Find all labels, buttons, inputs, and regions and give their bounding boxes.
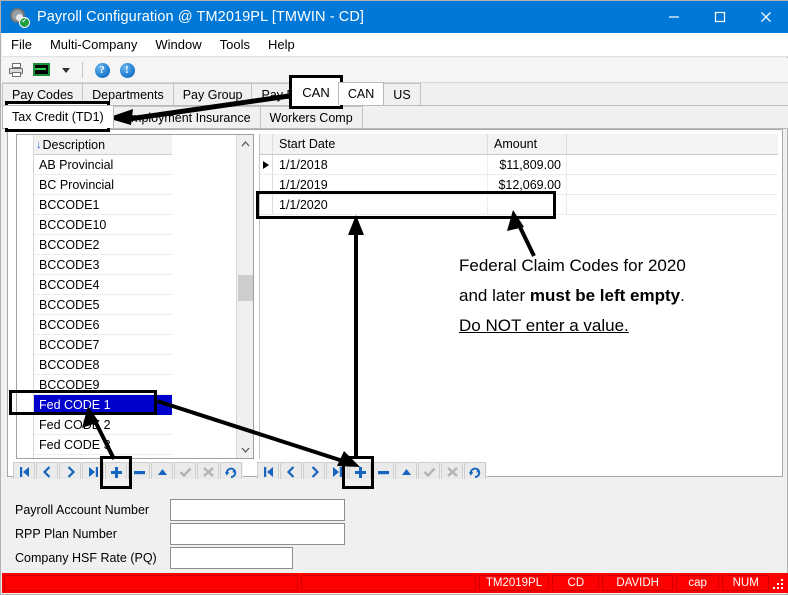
annotation-note-line-1: Federal Claim Codes for 2020 <box>459 256 686 275</box>
menu-item-file[interactable]: File <box>2 34 41 55</box>
list-item[interactable]: BCCODE7 <box>34 335 172 355</box>
field-row-payroll-account-number: Payroll Account Number <box>15 499 345 521</box>
print-preview-icon[interactable] <box>30 60 52 81</box>
primary-tab-strip: Pay Codes Departments Pay Group Pay Peri… <box>2 82 788 106</box>
sort-ascending-icon: ↓ <box>36 138 42 151</box>
scroll-down-icon[interactable] <box>237 441 253 458</box>
status-message-panel <box>4 575 299 591</box>
minimize-icon[interactable] <box>651 1 697 33</box>
status-panel-module: CD <box>552 575 600 591</box>
label-payroll-account-number: Payroll Account Number <box>15 503 150 517</box>
status-bar: TM2019PL CD DAVIDH cap NUM <box>2 573 788 593</box>
field-row-company-hsf-rate: Company HSF Rate (PQ) <box>15 547 293 569</box>
list-item[interactable]: BCCODE6 <box>34 315 172 335</box>
grid-indicator-column <box>260 134 273 154</box>
rpp-plan-number-input[interactable] <box>170 523 345 545</box>
list-item[interactable]: BCCODE2 <box>34 235 172 255</box>
list-item[interactable]: BCCODE4 <box>34 275 172 295</box>
help-icon[interactable]: ? <box>91 60 113 81</box>
list-column-header-description[interactable]: ↓ Description <box>34 135 172 155</box>
current-row-marker <box>260 155 273 174</box>
scroll-up-icon[interactable] <box>237 135 253 152</box>
cell-amount[interactable]: $11,809.00 <box>488 155 567 174</box>
note-line2-emphasis: must be left empty <box>529 286 681 305</box>
grid-column-header-amount[interactable]: Amount <box>488 134 567 154</box>
label-company-hsf-rate: Company HSF Rate (PQ) <box>15 551 157 565</box>
list-item[interactable]: Fed CODE 3 <box>34 435 172 455</box>
menu-bar: File Multi-Company Window Tools Help <box>2 33 788 57</box>
highlight-box-grid-insert <box>342 456 374 489</box>
tab-tax-credit-td1[interactable]: Tax Credit (TD1) <box>2 105 114 128</box>
print-icon[interactable] <box>5 60 27 81</box>
list-item[interactable]: BCCODE1 <box>34 195 172 215</box>
info-icon[interactable]: ! <box>116 60 138 81</box>
status-panel-company: TM2019PL <box>478 575 550 591</box>
note-line2-suffix: . <box>680 286 685 305</box>
annotation-note-line-3: Do NOT enter a value. <box>459 311 629 341</box>
tab-workers-comp[interactable]: Workers Comp <box>259 106 363 128</box>
tool-bar: ? ! <box>2 58 788 83</box>
close-icon[interactable] <box>743 1 788 33</box>
tab-us[interactable]: US <box>383 83 421 105</box>
cell-start-date[interactable]: 1/1/2018 <box>273 155 488 174</box>
application-window: Payroll Configuration @ TM2019PL [TMWIN … <box>0 0 788 595</box>
tab-can[interactable]: CAN <box>337 82 385 105</box>
menu-item-multi-company[interactable]: Multi-Company <box>41 34 146 55</box>
grid-column-header-start-date[interactable]: Start Date <box>273 134 488 154</box>
callout-can: CAN <box>289 75 343 109</box>
grid-header-row: Start Date Amount <box>260 134 778 155</box>
secondary-tab-strip: Tax Credit (TD1) Employment Insurance Wo… <box>2 105 788 129</box>
list-item[interactable]: AB Provincial <box>34 155 172 175</box>
note-line3-underlined: Do NOT enter a value. <box>459 316 629 335</box>
list-item[interactable]: BCCODE5 <box>34 295 172 315</box>
resize-grip-icon[interactable] <box>772 576 786 590</box>
list-header-label: Description <box>42 137 106 152</box>
list-item[interactable]: BC Provincial <box>34 175 172 195</box>
company-settings-form: Payroll Account Number RPP Plan Number C… <box>7 479 783 572</box>
tab-pay-group[interactable]: Pay Group <box>172 83 253 105</box>
list-item[interactable]: BCCODE3 <box>34 255 172 275</box>
highlight-box-list-insert <box>100 456 132 489</box>
list-item[interactable]: BCCODE10 <box>34 215 172 235</box>
menu-item-window[interactable]: Window <box>146 34 210 55</box>
highlight-box-2020-row <box>256 191 556 219</box>
window-title: Payroll Configuration @ TM2019PL [TMWIN … <box>37 9 365 25</box>
list-item[interactable]: BCCODE8 <box>34 355 172 375</box>
menu-item-tools[interactable]: Tools <box>211 34 259 55</box>
window-controls <box>651 1 788 33</box>
table-row[interactable]: 1/1/2018 $11,809.00 <box>260 155 778 175</box>
list-item[interactable]: Fed CODE 2 <box>34 415 172 435</box>
annotation-note-line-2: and later must be left empty. <box>459 281 685 311</box>
list-vertical-scrollbar[interactable] <box>236 135 253 458</box>
payroll-account-number-input[interactable] <box>170 499 345 521</box>
status-panel-user: DAVIDH <box>602 575 674 591</box>
menu-item-help[interactable]: Help <box>259 34 304 55</box>
tab-employment-insurance[interactable]: Employment Insurance <box>112 106 261 128</box>
scrollbar-thumb[interactable] <box>238 275 253 301</box>
status-panel-num: NUM <box>722 575 770 591</box>
app-gear-check-icon <box>9 7 30 28</box>
help-glyph: ? <box>94 62 110 78</box>
label-rpp-plan-number: RPP Plan Number <box>15 527 117 541</box>
field-row-rpp-plan-number: RPP Plan Number <box>15 523 345 545</box>
chevron-down-icon[interactable] <box>55 60 77 81</box>
status-panel-caps: cap <box>676 575 720 591</box>
maximize-icon[interactable] <box>697 1 743 33</box>
highlight-box-selected-code <box>9 390 157 415</box>
note-line2-prefix: and later <box>459 286 530 305</box>
company-hsf-rate-input[interactable] <box>170 547 293 569</box>
title-bar: Payroll Configuration @ TM2019PL [TMWIN … <box>1 1 788 33</box>
info-glyph: ! <box>119 62 135 78</box>
toolbar-separator <box>82 62 83 78</box>
status-panel-blank <box>301 575 476 591</box>
